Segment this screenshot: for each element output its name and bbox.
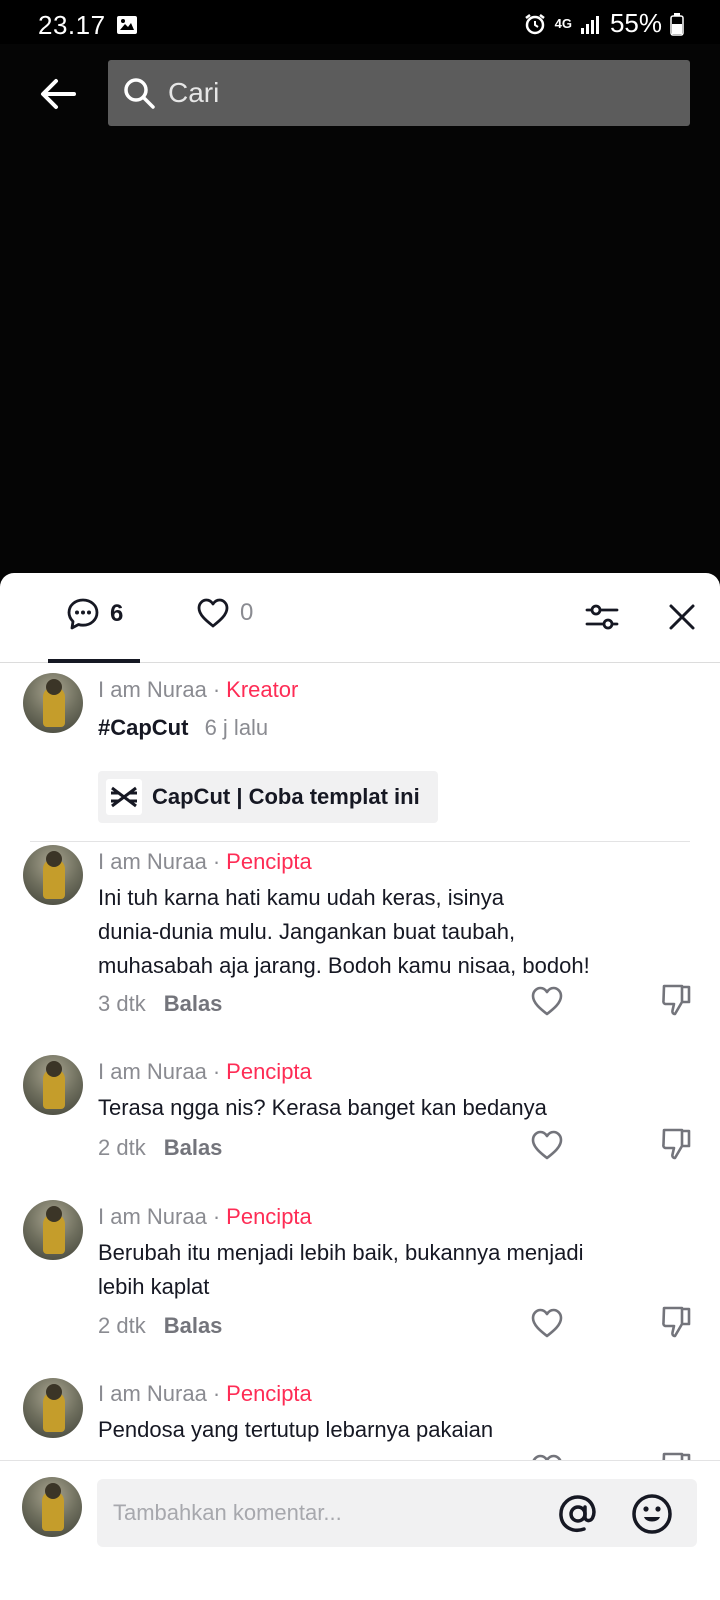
author-role-badge: Kreator	[226, 677, 299, 702]
author-name[interactable]: I am Nuraa	[98, 677, 207, 702]
comments-count: 6	[110, 600, 124, 627]
comment-meta: 2 dtk Balas	[98, 1313, 222, 1339]
filter-icon[interactable]	[584, 599, 620, 635]
status-time: 23.17	[38, 10, 106, 40]
reply-button[interactable]: Balas	[164, 1313, 223, 1338]
likes-count: 0	[240, 599, 254, 626]
divider	[30, 841, 690, 842]
author-name[interactable]: I am Nuraa	[98, 1059, 207, 1084]
alarm-icon	[524, 13, 545, 34]
author-name[interactable]: I am Nuraa	[98, 1204, 207, 1229]
comment-text: Berubah itu menjadi lebih baik, bukannya…	[98, 1236, 618, 1304]
comment-line: Berubah itu menjadi lebih baik, bukannya…	[98, 1240, 584, 1265]
comment-author: I am Nuraa · Pencipta	[98, 849, 312, 874]
comment-time: 3 dtk	[98, 991, 146, 1016]
battery-icon	[670, 12, 684, 36]
author-name[interactable]: I am Nuraa	[98, 849, 207, 874]
author-role-badge: Pencipta	[226, 1204, 312, 1229]
avatar[interactable]	[23, 1378, 83, 1438]
tab-likes[interactable]: 0	[196, 597, 253, 629]
tab-active-indicator	[48, 659, 140, 663]
comments-sheet: 6 0 I am Nuraa · Kreator #CapCut 6 j lalu	[0, 573, 720, 1600]
search-bar[interactable]	[108, 60, 690, 126]
comment-field[interactable]	[97, 1479, 697, 1547]
status-bar: 23.17 4G 55%	[0, 0, 720, 50]
author-role-badge: Pencipta	[226, 1059, 312, 1084]
dislike-icon[interactable]	[660, 1127, 692, 1161]
heart-icon	[197, 598, 229, 628]
close-icon[interactable]	[664, 599, 700, 635]
comment-line: Terasa ngga nis? Kerasa banget kan bedan…	[98, 1095, 547, 1120]
emoji-icon[interactable]	[631, 1493, 673, 1535]
like-icon[interactable]	[530, 985, 564, 1017]
reply-button[interactable]: Balas	[164, 991, 223, 1016]
comment-line: lebih kaplat	[98, 1274, 210, 1299]
avatar[interactable]	[23, 1055, 83, 1115]
comment-time: 2 dtk	[98, 1135, 146, 1160]
avatar[interactable]	[22, 1477, 82, 1537]
comment-bubble-icon	[67, 598, 99, 630]
comment-text: Pendosa yang tertutup lebarnya pakaian	[98, 1413, 618, 1447]
reply-button[interactable]: Balas	[164, 1135, 223, 1160]
pinned-time: 6 j lalu	[204, 715, 269, 740]
comment-author: I am Nuraa · Kreator	[98, 677, 299, 702]
network-label: 4G	[554, 15, 572, 31]
back-arrow-icon[interactable]	[36, 72, 80, 116]
capcut-template-chip[interactable]: CapCut | Coba templat ini	[98, 771, 438, 823]
comment-text: Terasa ngga nis? Kerasa banget kan bedan…	[98, 1091, 618, 1125]
signal-icon	[580, 15, 599, 34]
at-icon[interactable]	[557, 1493, 599, 1535]
search-icon	[124, 78, 155, 109]
comment-meta: 2 dtk Balas	[98, 1135, 222, 1161]
hashtag-link[interactable]: #CapCut	[98, 715, 188, 740]
tab-comments[interactable]: 6	[66, 597, 123, 631]
capcut-logo-icon	[106, 779, 142, 815]
comment-time: 2 dtk	[98, 1313, 146, 1338]
comment-text: Ini tuh karna hati kamu udah keras, isin…	[98, 881, 618, 983]
battery-percent: 55%	[609, 8, 662, 38]
comment-line: Pendosa yang tertutup lebarnya pakaian	[98, 1417, 494, 1442]
comment-line: dunia-dunia mulu. Jangankan buat taubah,	[98, 919, 516, 944]
sheet-tabs: 6 0	[0, 573, 720, 663]
like-icon[interactable]	[530, 1307, 564, 1339]
avatar[interactable]	[23, 673, 83, 733]
comment-input[interactable]	[113, 1500, 543, 1526]
comment-line: Ini tuh karna hati kamu udah keras, isin…	[98, 885, 505, 910]
image-icon	[117, 16, 137, 34]
avatar[interactable]	[23, 1200, 83, 1260]
like-icon[interactable]	[530, 1129, 564, 1161]
dislike-icon[interactable]	[660, 983, 692, 1017]
avatar[interactable]	[23, 845, 83, 905]
comment-author: I am Nuraa · Pencipta	[98, 1204, 312, 1229]
author-role-badge: Pencipta	[226, 849, 312, 874]
author-role-badge: Pencipta	[226, 1381, 312, 1406]
capcut-chip-label: CapCut | Coba templat ini	[152, 784, 420, 809]
comment-input-bar	[0, 1460, 720, 1600]
comment-author: I am Nuraa · Pencipta	[98, 1381, 312, 1406]
comment-author: I am Nuraa · Pencipta	[98, 1059, 312, 1084]
author-name[interactable]: I am Nuraa	[98, 1381, 207, 1406]
search-input[interactable]	[168, 77, 648, 109]
pinned-meta: #CapCut 6 j lalu	[98, 715, 268, 741]
comment-meta: 3 dtk Balas	[98, 991, 222, 1017]
status-indicators: 4G 55%	[523, 8, 684, 39]
comment-line: muhasabah aja jarang. Bodoh kamu nisaa, …	[98, 953, 590, 978]
dislike-icon[interactable]	[660, 1305, 692, 1339]
